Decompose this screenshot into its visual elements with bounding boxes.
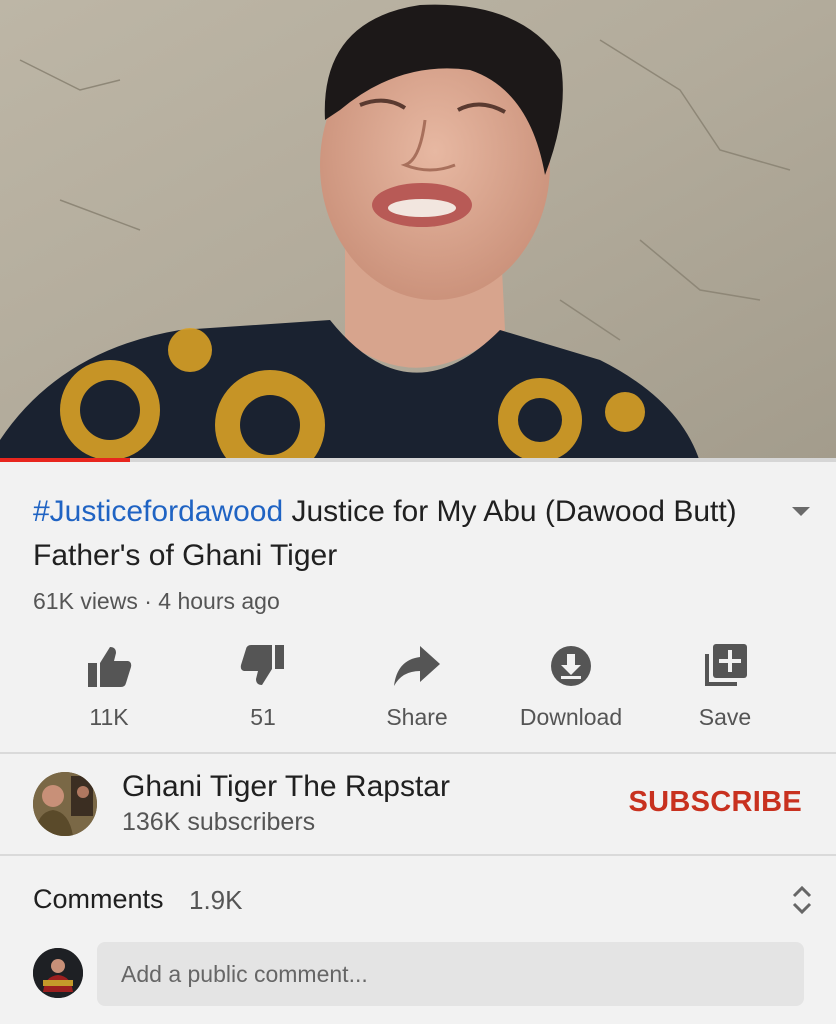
- comment-input[interactable]: [97, 942, 804, 1006]
- channel-name[interactable]: Ghani Tiger The Rapstar: [122, 770, 450, 804]
- expand-description-button[interactable]: [786, 498, 816, 524]
- comments-heading[interactable]: Comments: [33, 884, 164, 915]
- divider: [0, 752, 836, 754]
- video-title: #Justicefordawood Justice for My Abu (Da…: [33, 490, 753, 578]
- like-count: 11K: [89, 704, 129, 730]
- comments-expand-button[interactable]: [786, 882, 818, 918]
- video-player[interactable]: [0, 0, 836, 462]
- divider: [0, 854, 836, 856]
- download-button[interactable]: Download: [501, 636, 641, 736]
- share-label: Share: [386, 704, 448, 730]
- progress-fill: [0, 458, 130, 462]
- video-frame: [0, 0, 836, 462]
- sort-arrows-icon: [792, 885, 812, 915]
- dislike-button[interactable]: 51: [193, 636, 333, 736]
- like-button[interactable]: 11K: [39, 636, 179, 736]
- chevron-down-icon: [792, 506, 810, 516]
- subscribe-button[interactable]: SUBSCRIBE: [629, 786, 803, 819]
- action-bar: 11K 51 Share Download Save: [0, 636, 836, 736]
- channel-avatar[interactable]: [33, 772, 97, 836]
- thumbs-up-icon: [86, 640, 132, 692]
- video-meta: 61K views · 4 hours ago: [33, 588, 280, 615]
- thumbs-down-icon: [240, 640, 286, 692]
- playlist-add-icon: [703, 640, 747, 692]
- hashtag-link[interactable]: #Justicefordawood: [33, 495, 283, 528]
- dislike-count: 51: [250, 704, 276, 730]
- share-arrow-icon: [394, 640, 440, 692]
- save-button[interactable]: Save: [655, 636, 795, 736]
- progress-bar[interactable]: [0, 458, 836, 462]
- save-label: Save: [698, 704, 752, 730]
- user-avatar: [33, 948, 83, 998]
- upload-age: 4 hours ago: [158, 588, 280, 614]
- download-circle-icon: [550, 640, 592, 692]
- subscriber-count: 136K subscribers: [122, 808, 316, 836]
- meta-separator: ·: [137, 588, 159, 614]
- comments-count: 1.9K: [189, 885, 243, 915]
- share-button[interactable]: Share: [347, 636, 487, 736]
- view-count: 61K views: [33, 588, 138, 614]
- download-label: Download: [519, 704, 623, 730]
